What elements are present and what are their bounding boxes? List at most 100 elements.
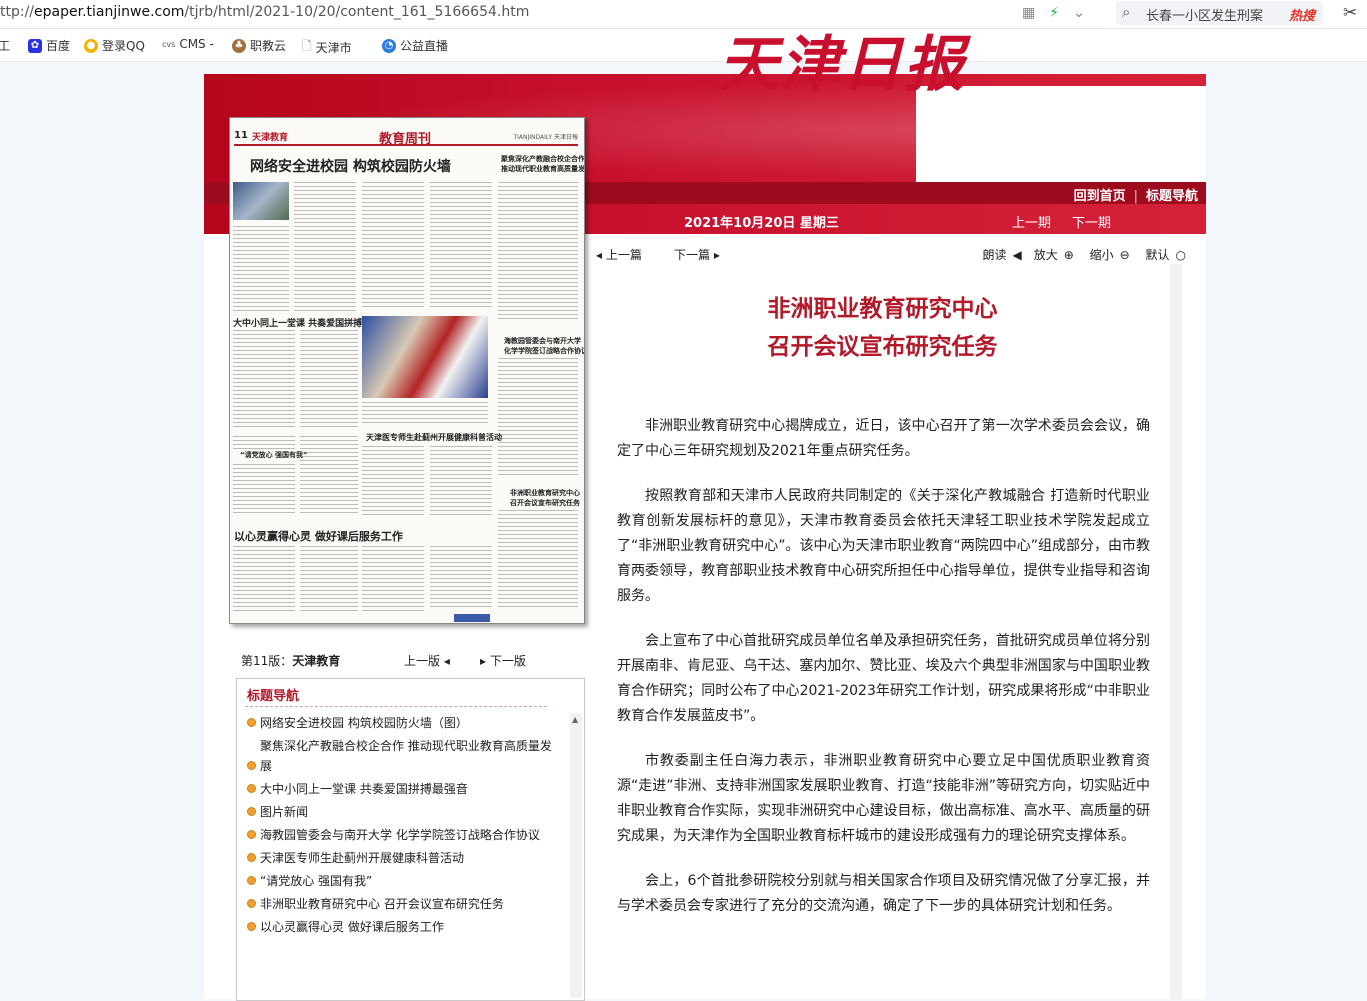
toc-item-label: 以心灵赢得心灵 做好课后服务工作 [260, 920, 444, 934]
next-article-link[interactable]: 下一篇 ▸ [674, 246, 720, 263]
bullet-icon [247, 807, 256, 816]
next-issue-link[interactable]: 下一期 [1072, 212, 1111, 231]
bullet-icon [247, 876, 256, 885]
text-column [430, 546, 492, 610]
read-aloud-button[interactable]: 朗读 ◀ [976, 248, 1021, 262]
article-title-line-1: 非洲职业教育研究中心 [767, 296, 998, 322]
text-column [233, 464, 295, 516]
toc-item[interactable]: 天津医专师生赴蓟州开展健康科普活动 [245, 848, 560, 868]
scroll-up-icon[interactable]: ▲ [572, 715, 578, 724]
toc-item[interactable]: “请党放心 强国有我” [245, 871, 560, 891]
thumbnail-sub-headline-7[interactable]: 召开会议宣布研究任务 [510, 498, 580, 508]
caret-left-icon: ◂ [596, 248, 603, 262]
url-text[interactable]: ttp://epaper.tianjinwe.com/tjrb/html/202… [0, 4, 529, 20]
toc-item[interactable]: 图片新闻 [245, 802, 560, 822]
bookmark-cms[interactable]: cvs CMS - [162, 37, 214, 51]
tianjin-daily-logo[interactable]: 天津日报 [718, 16, 966, 103]
bookmark-gongyi[interactable]: ◔ 公益直播 [382, 37, 448, 54]
text-column [498, 358, 578, 478]
bullet-icon [247, 761, 256, 770]
text-column [300, 436, 358, 516]
address-bar[interactable]: ttp://epaper.tianjinwe.com/tjrb/html/202… [0, 0, 1367, 29]
toc-item[interactable]: 大中小同上一堂课 共奏爱国拼搏最强音 [245, 779, 560, 799]
lightning-icon[interactable]: ⚡ [1049, 5, 1059, 21]
toc-item[interactable]: 以心灵赢得心灵 做好课后服务工作 [245, 917, 560, 937]
toc-item[interactable]: 聚焦深化产教融合校企合作 推动现代职业教育高质量发展 [245, 736, 560, 776]
title-nav-link[interactable]: 标题导航 [1146, 189, 1198, 204]
home-link[interactable]: 回到首页 [1074, 189, 1126, 204]
bullet-icon [247, 922, 256, 931]
search-query: 长春一小区发生刑案 [1146, 9, 1264, 24]
toc-item-label: 非洲职业教育研究中心 召开会议宣布研究任务 [260, 897, 504, 911]
article-paragraph: 会上宣布了中心首批研究成员单位名单及承担研究任务，首批研究成员单位将分别开展南非… [617, 633, 1150, 724]
bookmark-qq[interactable]: ● 登录QQ [84, 37, 145, 54]
zoom-out-button[interactable]: 缩小 ⊖ [1084, 248, 1130, 262]
text-column [294, 182, 356, 314]
thumbnail-main-headline[interactable]: 网络安全进校园 构筑校园防火墙 [250, 156, 451, 176]
zhijiaoyun-icon: ♣ [232, 38, 246, 53]
text-column [430, 182, 492, 310]
text-column [498, 510, 578, 610]
zoom-in-button[interactable]: 放大 ⊕ [1028, 248, 1074, 262]
bullet-icon [247, 784, 256, 793]
text-column [233, 436, 295, 450]
thumbnail-bottom-headline[interactable]: 以心灵赢得心灵 做好课后服务工作 [234, 528, 403, 544]
thumbnail-sub-headline-2[interactable]: 海教园管委会与南开大学 [504, 336, 581, 346]
text-column [300, 546, 358, 614]
toc-item[interactable]: 网络安全进校园 构筑校园防火墙（图） [245, 713, 560, 733]
article-paragraph: 市教委副主任白海力表示，非洲职业教育研究中心要立足中国优质职业教育资源“走进”非… [617, 753, 1151, 844]
page-thumbnail[interactable]: 11 天津教育 教育周刊 TIANJINDAILY 天津日報 网络安全进校园 构… [229, 117, 585, 624]
text-column [362, 446, 424, 516]
thumbnail-sub-headline-4[interactable]: 天津医专师生赴蓟州开展健康科普活动 [366, 432, 502, 443]
toc-item-label: 大中小同上一堂课 共奏爱国拼搏最强音 [260, 782, 468, 796]
thumbnail-sub-headline-6[interactable]: 非洲职业教育研究中心 [510, 488, 580, 498]
issue-date: 2021年10月20日 星期三 [684, 216, 839, 231]
speaker-icon: ◀ [1012, 248, 1022, 262]
bookmark-zhijiaoyun[interactable]: ♣ 职教云 [232, 37, 286, 54]
toc-item[interactable]: 非洲职业教育研究中心 召开会议宣布研究任务 [245, 894, 560, 914]
article-scrollbar[interactable] [1170, 264, 1182, 999]
caret-right-icon: ▸ [480, 654, 487, 668]
toc-item-label: 图片新闻 [260, 805, 309, 819]
qr-code-icon[interactable]: ▦ [1022, 5, 1035, 21]
text-column [430, 446, 492, 516]
circle-icon: ○ [1175, 248, 1186, 262]
thumbnail-side-headline-2[interactable]: 推动现代职业教育高质量发展 [501, 164, 584, 174]
thumbnail-page-number: 11 [234, 130, 248, 141]
search-box[interactable]: ⌕ 长春一小区发生刑案 热搜 [1116, 1, 1323, 25]
prev-article-link[interactable]: ◂ 上一篇 [596, 246, 642, 263]
article-toolbar: ◂ 上一篇 下一篇 ▸ 朗读 ◀ 放大 ⊕ 缩小 ⊖ 默认 ○ [596, 244, 1186, 264]
nav-separator: | [1133, 189, 1138, 204]
bullet-icon [247, 830, 256, 839]
thumbnail-photo-2 [362, 316, 488, 398]
toc-scrollbar[interactable]: ▲ [570, 713, 582, 998]
text-column [233, 546, 295, 614]
article-paragraph: 会上，6个首批参研院校分别就与相关国家合作项目及研究情况做了分享汇报，并与学术委… [617, 873, 1150, 914]
text-column [362, 546, 424, 614]
chevron-down-icon[interactable]: ⌄ [1073, 5, 1085, 21]
toc-divider [245, 705, 547, 707]
toc-item[interactable]: 海教园管委会与南开大学 化学学院签订战略合作协议 [245, 825, 560, 845]
bookmark-baidu[interactable]: ✿ 百度 [28, 37, 70, 54]
thumbnail-sub-headline-5[interactable]: “请党放心 强国有我” [240, 450, 308, 460]
thumbnail-header: 11 天津教育 教育周刊 TIANJINDAILY 天津日報 [234, 128, 578, 147]
bookmark-gong[interactable]: 工 [0, 37, 10, 54]
prev-issue-link[interactable]: 上一期 [1012, 212, 1051, 231]
bullet-icon [247, 899, 256, 908]
default-size-button[interactable]: 默认 ○ [1140, 248, 1187, 262]
cms-icon: cvs [162, 39, 176, 49]
caret-left-icon: ◂ [443, 654, 450, 668]
toc-list: 网络安全进校园 构筑校园防火墙（图） 聚焦深化产教融合校企合作 推动现代职业教育高… [245, 713, 560, 940]
bookmark-tianjin[interactable]: 🗋 天津市 [302, 37, 352, 58]
thumbnail-photo-1 [233, 182, 289, 220]
text-column [300, 330, 358, 430]
thumbnail-section: 天津教育 [252, 133, 289, 143]
thumbnail-sub-headline-3[interactable]: 化学学院签订战略合作协议 [504, 346, 584, 356]
next-page-link[interactable]: ▸ 下一版 [480, 652, 526, 669]
text-column [362, 182, 424, 310]
text-column [498, 182, 578, 322]
thumbnail-side-headline-1[interactable]: 聚焦深化产教融合校企合作 [501, 154, 584, 164]
search-icon[interactable]: ⌕ [1122, 3, 1130, 21]
scissors-icon[interactable]: ✂ [1343, 3, 1357, 23]
prev-page-link[interactable]: 上一版 ◂ [404, 652, 450, 669]
